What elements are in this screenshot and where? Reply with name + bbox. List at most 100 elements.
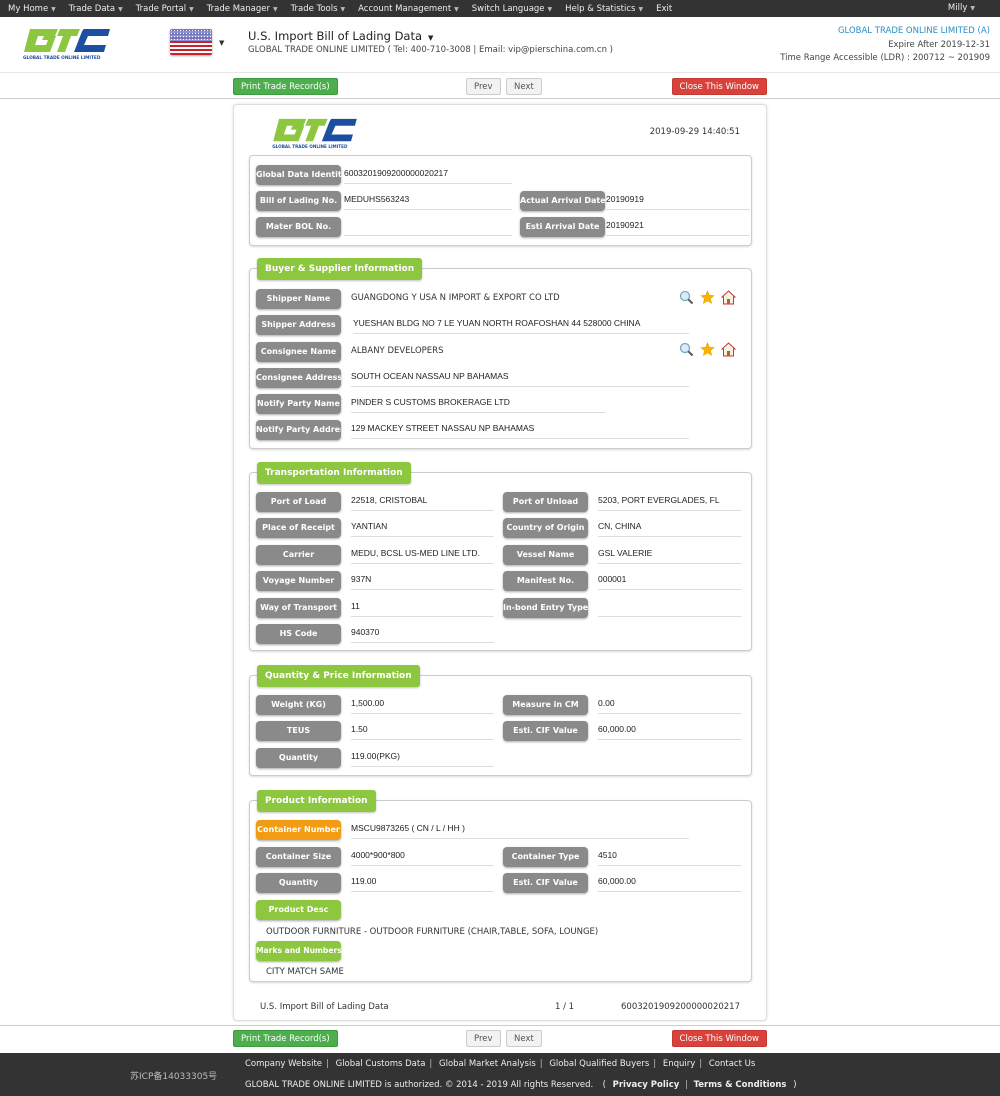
us-flag-icon[interactable] (170, 29, 212, 55)
section-title: Quantity & Price Information (257, 665, 420, 687)
product-quantity-value: 119.00 (351, 873, 494, 892)
nav-label: Trade Manager (206, 3, 270, 14)
buyer-supplier-panel: Buyer & Supplier Information Shipper Nam… (249, 258, 752, 449)
user-menu[interactable]: Milly ▼ (948, 3, 975, 13)
field-consignee-name: Consignee Name ALBANY DEVELOPERS (256, 342, 746, 362)
footer-link-global-qualified-buyers[interactable]: Global Qualified Buyers (549, 1059, 649, 1069)
field-label: Port of Load (256, 492, 341, 512)
page-header: GLOBAL TRADE ONLINE LIMITED ▼ U.S. Impor… (0, 17, 1000, 73)
nav-exit[interactable]: Exit (656, 4, 672, 14)
home-icon[interactable] (720, 342, 737, 357)
nav-label: Switch Language (471, 3, 545, 14)
voyage-number-value: 937N (351, 571, 494, 590)
separator: | (326, 1059, 329, 1069)
nav-switch-language[interactable]: Switch Language ▼ (472, 4, 552, 14)
close-window-button[interactable]: Close This Window (671, 1030, 767, 1047)
field-label: Notify Party Name (256, 394, 341, 414)
caret-down-icon: ▼ (118, 5, 123, 13)
field-product-quantity: Quantity 119.00 Esti. CIF Value 60,000.0… (256, 873, 746, 893)
field-carrier: Carrier MEDU, BCSL US-MED LINE LTD. Vess… (256, 545, 746, 565)
caret-down-icon: ▼ (638, 5, 644, 13)
field-hs-code: HS Code 940370 (256, 624, 746, 644)
field-label: Weight (KG) (256, 695, 341, 715)
shipper-address-value: YUESHAN BLDG NO 7 LE YUAN NORTH ROAFOSHA… (353, 315, 689, 334)
caret-down-icon: ▼ (189, 5, 194, 13)
caret-down-icon: ▼ (340, 5, 346, 13)
footer-link-enquiry[interactable]: Enquiry (663, 1059, 695, 1069)
top-button-bar: Print Trade Record(s) Prev Next Close Th… (233, 78, 767, 96)
print-button[interactable]: Print Trade Record(s) (233, 78, 338, 95)
nav-help-statistics[interactable]: Help & Statistics ▼ (565, 4, 643, 14)
carrier-value: MEDU, BCSL US-MED LINE LTD. (351, 545, 494, 564)
footer-link-global-market-analysis[interactable]: Global Market Analysis (439, 1059, 536, 1069)
record-datetime: 2019-09-29 14:40:51 (649, 127, 740, 137)
field-label: Bill of Lading No. (256, 191, 341, 211)
quantity-value: 119.00(PKG) (351, 748, 494, 767)
notify-party-name-value: PINDER S CUSTOMS BROKERAGE LTD (351, 394, 605, 413)
consignee-address-value: SOUTH OCEAN NASSAU NP BAHAMAS (351, 368, 689, 387)
field-master-bol: Mater BOL No. Esti Arrival Date 20190921 (256, 217, 750, 237)
cif-value-value: 60,000.00 (598, 721, 741, 740)
separator: | (699, 1059, 703, 1069)
field-label: Esti. CIF Value (503, 721, 588, 741)
field-quantity: Quantity 119.00(PKG) (256, 748, 746, 768)
caret-down-icon[interactable]: ▼ (219, 39, 224, 47)
place-of-receipt-value: YANTIAN (351, 518, 494, 537)
field-teus: TEUS 1.50 Esti. CIF Value 60,000.00 (256, 721, 746, 741)
country-of-origin-value: CN, CHINA (598, 518, 741, 537)
vessel-name-value: GSL VALERIE (598, 545, 741, 564)
nav-trade-portal[interactable]: Trade Portal ▼ (136, 4, 194, 14)
field-label: Manifest No. (503, 571, 588, 591)
separator: | (684, 1080, 688, 1090)
page-title-text: U.S. Import Bill of Lading Data (248, 29, 423, 43)
search-icon[interactable] (679, 342, 694, 357)
shipper-name-value: GUANGDONG Y USA N IMPORT & EXPORT CO LTD (351, 293, 560, 303)
next-button[interactable]: Next (506, 78, 542, 95)
svg-text:GLOBAL TRADE ONLINE LIMITED: GLOBAL TRADE ONLINE LIMITED (23, 55, 101, 61)
manifest-no-value: 000001 (598, 571, 741, 590)
caret-down-icon: ▼ (51, 5, 56, 13)
close-window-button[interactable]: Close This Window (671, 78, 767, 95)
product-cif-value: 60,000.00 (598, 873, 741, 892)
field-label: Place of Receipt (256, 518, 341, 538)
nav-my-home[interactable]: My Home ▼ (8, 4, 56, 14)
footer-link-company-website[interactable]: Company Website (245, 1059, 322, 1069)
measure-value: 0.00 (598, 695, 741, 714)
esti-arrival-value: 20190921 (606, 217, 750, 236)
global-data-identity-value: 6003201909200000020217 (344, 165, 512, 184)
star-icon[interactable] (700, 342, 715, 357)
quantity-price-panel: Quantity & Price Information Weight (KG)… (249, 665, 752, 776)
privacy-policy-link[interactable]: Privacy Policy (613, 1080, 680, 1090)
caret-down-icon: ▼ (454, 5, 459, 13)
gto-logo[interactable]: GLOBAL TRADE ONLINE LIMITED (22, 25, 114, 61)
notify-party-address-value: 129 MACKEY STREET NASSAU NP BAHAMAS (351, 420, 689, 439)
field-label: Container Number (256, 820, 341, 840)
field-shipper-address: Shipper Address YUESHAN BLDG NO 7 LE YUA… (256, 315, 746, 335)
print-button[interactable]: Print Trade Record(s) (233, 1030, 338, 1047)
field-label: Esti Arrival Date (520, 217, 605, 237)
prev-button[interactable]: Prev (466, 78, 501, 95)
next-button[interactable]: Next (506, 1030, 542, 1047)
field-consignee-address: Consignee Address SOUTH OCEAN NASSAU NP … (256, 368, 746, 388)
footer-link-contact-us[interactable]: Contact Us (709, 1059, 755, 1069)
bottom-button-bar: Print Trade Record(s) Prev Next Close Th… (233, 1030, 767, 1048)
field-label: Notify Party Address (256, 420, 341, 440)
prev-button[interactable]: Prev (466, 1030, 501, 1047)
divider (0, 98, 1000, 99)
footer-link-global-customs-data[interactable]: Global Customs Data (336, 1059, 426, 1069)
star-icon[interactable] (700, 290, 715, 305)
account-expire: Expire After 2019-12-31 (888, 39, 990, 50)
paren-open: ( (599, 1080, 606, 1090)
field-label: Measure in CM (503, 695, 588, 715)
transportation-panel: Transportation Information Port of Load … (249, 462, 752, 651)
nav-trade-tools[interactable]: Trade Tools ▼ (291, 4, 346, 14)
page-title[interactable]: U.S. Import Bill of Lading Data ▼ (248, 29, 433, 43)
nav-account-management[interactable]: Account Management ▼ (358, 4, 459, 14)
search-icon[interactable] (679, 290, 694, 305)
home-icon[interactable] (720, 290, 737, 305)
nav-trade-manager[interactable]: Trade Manager ▼ (207, 4, 278, 14)
terms-conditions-link[interactable]: Terms & Conditions (694, 1080, 787, 1090)
nav-trade-data[interactable]: Trade Data ▼ (69, 4, 123, 14)
field-shipper-name: Shipper Name GUANGDONG Y USA N IMPORT & … (256, 289, 746, 309)
field-label: TEUS (256, 721, 341, 741)
